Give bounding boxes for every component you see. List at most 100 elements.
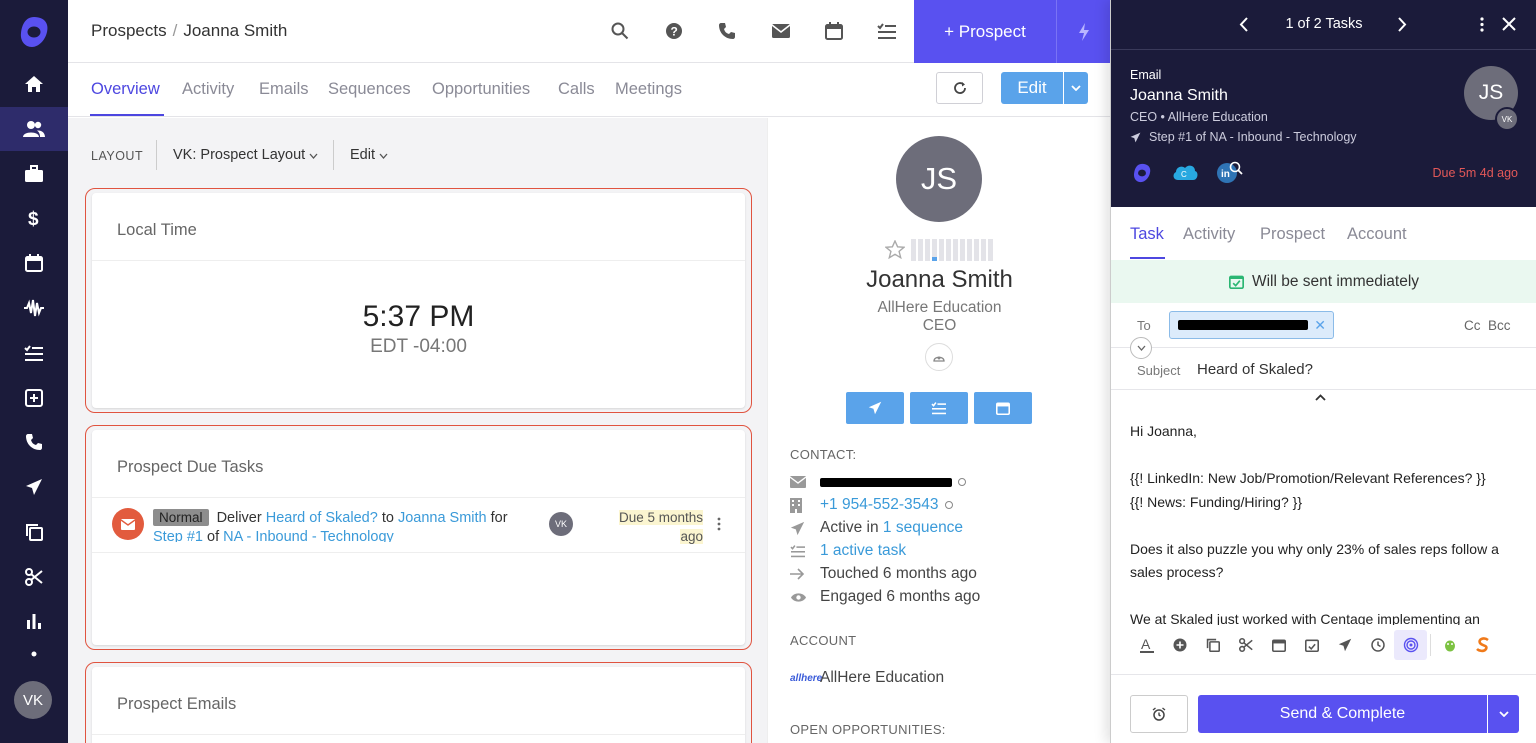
user-avatar[interactable]: VK (14, 681, 52, 719)
calendar-icon[interactable] (823, 20, 845, 42)
send-options-chevron-icon[interactable] (1488, 695, 1519, 733)
account-name[interactable]: AllHere Education (820, 669, 944, 687)
templates-copy-icon[interactable] (0, 510, 68, 554)
home-icon[interactable] (0, 62, 68, 106)
salesforce-cloud-icon[interactable]: C (1172, 163, 1198, 181)
search-icon[interactable] (609, 20, 631, 42)
outreach-logo-icon[interactable] (1130, 162, 1154, 184)
social-profile-icon[interactable] (925, 343, 953, 371)
email-body-editor[interactable]: Hi Joanna, {{! LinkedIn: New Job/Promoti… (1130, 420, 1515, 625)
panel-tab-task[interactable]: Task (1130, 225, 1164, 244)
subject-input[interactable]: Heard of Skaled? (1197, 361, 1313, 378)
sequences-send-icon[interactable] (0, 465, 68, 509)
email-icon[interactable] (770, 20, 792, 42)
kebab-menu-icon[interactable] (717, 517, 721, 531)
skaled-s-icon[interactable] (1466, 630, 1499, 660)
linkedin-search-icon[interactable]: in (1217, 160, 1243, 184)
card-body: Local Time 5:37 PM EDT -04:00 (92, 193, 745, 408)
panel-tab-prospect[interactable]: Prospect (1260, 225, 1325, 244)
remove-recipient-icon[interactable]: ✕ (1314, 317, 1326, 334)
plays-scissors-icon[interactable] (0, 555, 68, 599)
more-options-icon[interactable] (1480, 17, 1484, 32)
grammar-bug-icon[interactable] (1433, 630, 1466, 660)
email-icon (790, 476, 820, 488)
add-to-sequence-button[interactable] (846, 392, 904, 424)
tasks-checklist-icon[interactable] (0, 331, 68, 375)
edit-dropdown-chevron-icon[interactable] (1064, 72, 1088, 104)
prospects-icon[interactable] (0, 107, 68, 151)
card-body: Prospect Due Tasks Normal Deliver Heard … (92, 430, 745, 645)
active-task-link[interactable]: 1 active task (820, 542, 906, 560)
body-line: Does it also puzzle you why only 23% of … (1130, 540, 1499, 581)
owner-avatar: VK (549, 512, 573, 536)
tab-calls[interactable]: Calls (558, 80, 595, 99)
tab-meetings[interactable]: Meetings (615, 80, 682, 99)
meeting-calendar-icon[interactable] (1262, 630, 1295, 660)
reports-bar-chart-icon[interactable] (0, 599, 68, 643)
layout-select[interactable]: VK: Prospect Layout (173, 147, 318, 163)
to-label: To (1137, 318, 1151, 333)
templates-copy-icon[interactable] (1196, 630, 1229, 660)
sequence-link[interactable]: NA - Inbound - Technology (223, 529, 394, 542)
breadcrumb-parent[interactable]: Prospects (91, 21, 167, 40)
phone-icon[interactable] (716, 20, 738, 42)
phone-icon[interactable] (0, 420, 68, 464)
next-task-chevron-icon[interactable] (1398, 17, 1407, 32)
snooze-alarm-icon[interactable] (1130, 695, 1188, 733)
edit-button[interactable]: Edit (1001, 72, 1063, 104)
touched-row: Touched 6 months ago (790, 563, 977, 585)
tab-opportunities[interactable]: Opportunities (432, 80, 530, 99)
phone-row[interactable]: +1 954-552-3543 (790, 494, 953, 516)
refresh-button[interactable] (936, 72, 983, 104)
template-link[interactable]: Heard of Skaled? (266, 510, 378, 526)
star-icon[interactable] (885, 240, 905, 259)
prospect-title: CEO (922, 317, 957, 334)
calendar-check-icon (1228, 275, 1244, 289)
snippets-add-box-icon[interactable] (0, 376, 68, 420)
accounts-briefcase-icon[interactable] (0, 152, 68, 196)
cc-button[interactable]: Cc (1464, 318, 1481, 333)
tab-activity[interactable]: Activity (182, 80, 234, 99)
schedule-meeting-button[interactable] (974, 392, 1032, 424)
task-row[interactable]: Normal Deliver Heard of Skaled? to Joann… (92, 497, 745, 553)
panel-tab-account[interactable]: Account (1347, 225, 1407, 244)
calls-waveform-icon[interactable] (0, 286, 68, 330)
collapse-chevron-up-icon[interactable] (1315, 394, 1326, 401)
kaia-fingerprint-icon[interactable] (1394, 630, 1427, 660)
email-row[interactable] (790, 471, 966, 493)
task-prospect-name[interactable]: Joanna Smith (1130, 87, 1228, 105)
layout-edit-dropdown[interactable]: Edit (350, 147, 388, 163)
expand-recipients-chevron-icon[interactable] (1130, 337, 1152, 359)
tasks-checklist-icon[interactable] (876, 20, 898, 42)
snippets-scissors-icon[interactable] (1229, 630, 1262, 660)
quick-actions-bolt-icon[interactable] (1056, 0, 1110, 63)
prospect-link[interactable]: Joanna Smith (398, 510, 487, 526)
phone-number[interactable]: +1 954-552-3543 (820, 496, 939, 514)
card-separator (92, 734, 745, 735)
outreach-logo-icon[interactable] (16, 14, 52, 50)
opportunities-dollar-icon[interactable]: $ (0, 196, 68, 240)
calendar-icon[interactable] (0, 241, 68, 285)
schedule-clock-icon[interactable] (1361, 630, 1394, 660)
help-icon[interactable]: ? (663, 20, 685, 42)
close-icon[interactable] (1502, 17, 1516, 31)
tab-sequences[interactable]: Sequences (328, 80, 411, 99)
add-prospect-button[interactable]: + Prospect (914, 0, 1056, 63)
local-time-card: Local Time 5:37 PM EDT -04:00 (85, 188, 752, 413)
calendar-check-icon[interactable] (1295, 630, 1328, 660)
text-format-icon[interactable]: A (1130, 630, 1163, 660)
send-icon[interactable] (1328, 630, 1361, 660)
add-task-button[interactable] (910, 392, 968, 424)
step-link[interactable]: Step #1 (153, 529, 203, 542)
recipient-chip[interactable]: ✕ (1169, 311, 1334, 339)
panel-tab-activity[interactable]: Activity (1183, 225, 1235, 244)
tab-emails[interactable]: Emails (259, 80, 309, 99)
sequence-count-link[interactable]: 1 sequence (883, 519, 963, 537)
account-row[interactable]: allhere AllHere Education (790, 667, 944, 689)
insert-plus-icon[interactable] (1163, 630, 1196, 660)
send-and-complete-button[interactable]: Send & Complete (1198, 695, 1487, 733)
more-icon[interactable] (0, 645, 68, 663)
bcc-button[interactable]: Bcc (1488, 318, 1511, 333)
tab-overview[interactable]: Overview (91, 80, 160, 99)
owner-avatar: VK (1495, 107, 1519, 131)
